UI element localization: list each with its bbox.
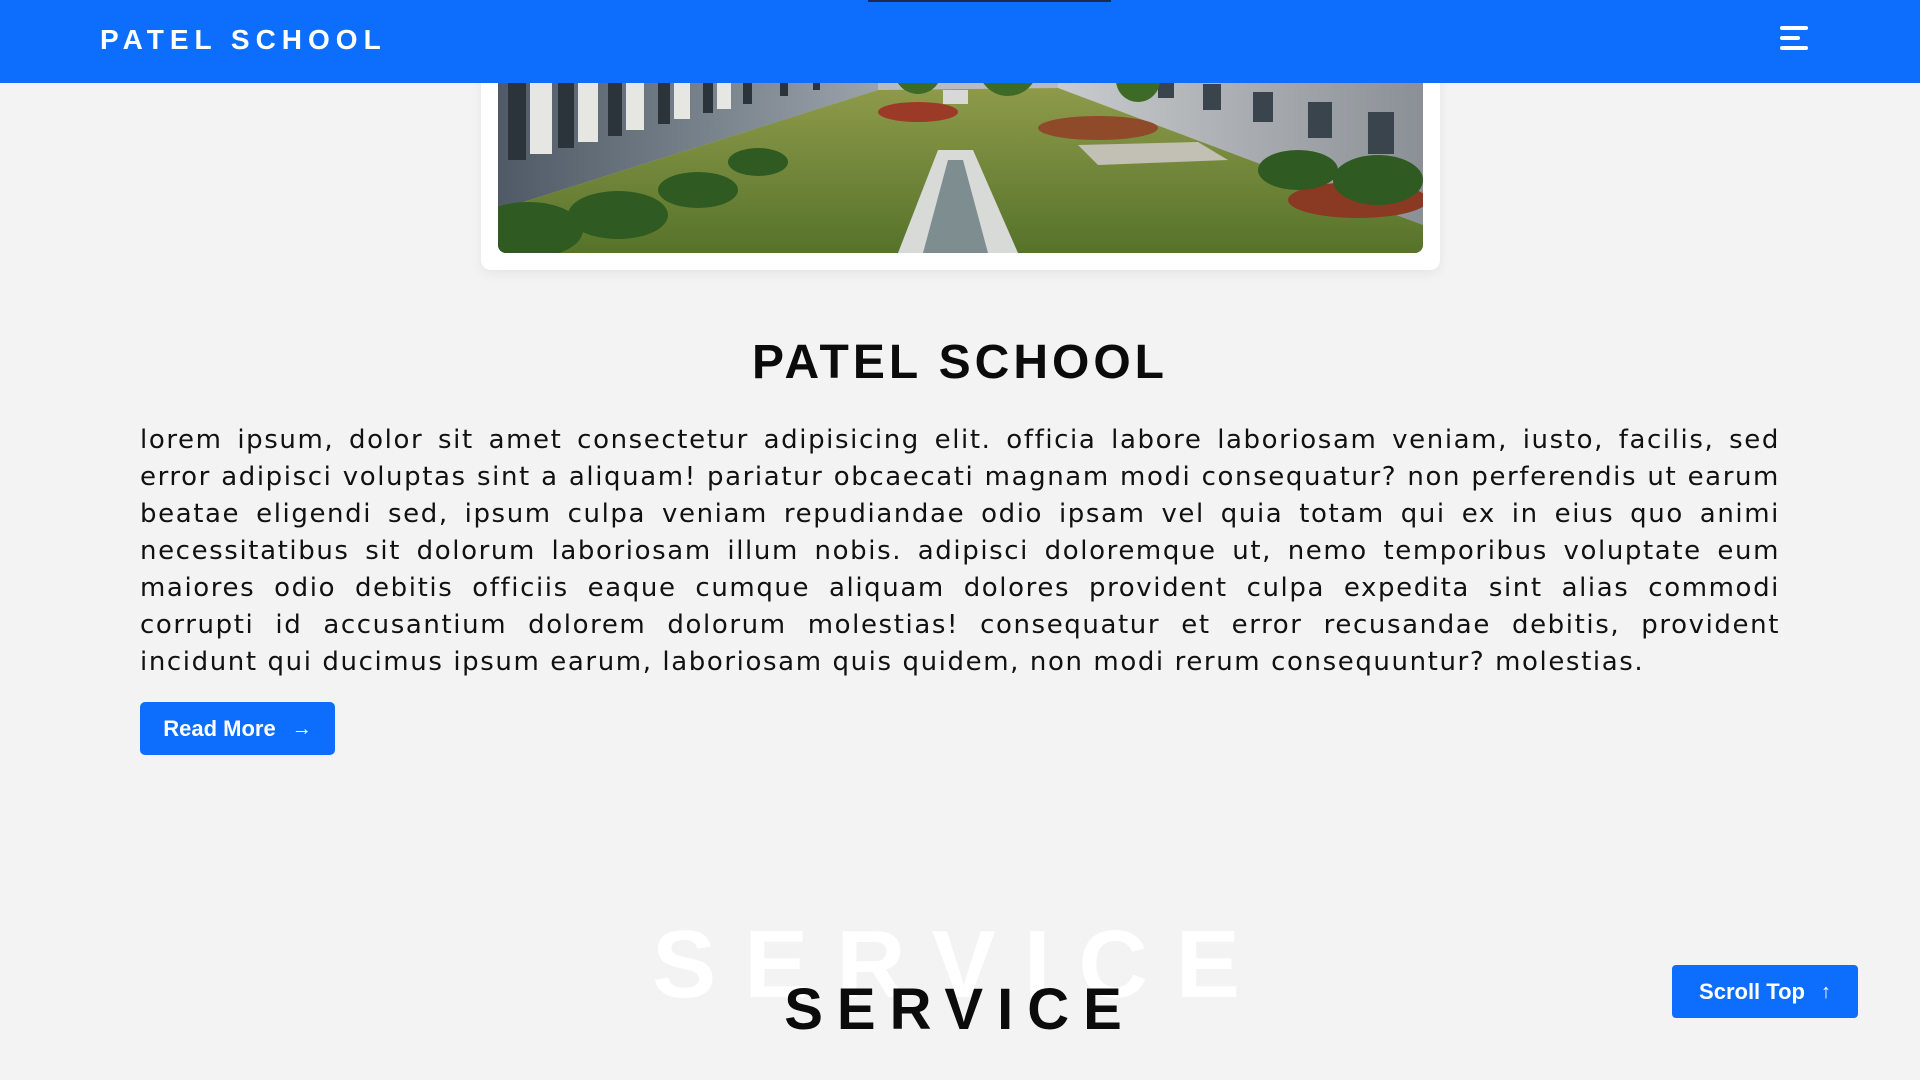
- read-more-button[interactable]: Read More →: [140, 702, 335, 755]
- service-title: SERVICE: [784, 977, 1136, 1042]
- brand-logo-text[interactable]: PATEL SCHOOL: [100, 24, 387, 56]
- about-description: lorem ipsum, dolor sit amet consectetur …: [140, 425, 1780, 677]
- navbar: PATEL SCHOOL: [0, 0, 1920, 83]
- arrow-right-icon: →: [291, 717, 312, 740]
- arrow-up-icon: ↑: [1820, 980, 1831, 1003]
- about-title: PATEL SCHOOL: [751, 336, 1168, 389]
- read-more-label: Read More: [163, 715, 276, 741]
- scroll-top-button[interactable]: Scroll Top ↑: [1672, 965, 1858, 1018]
- scroll-top-label: Scroll Top: [1699, 978, 1805, 1004]
- hamburger-menu-icon[interactable]: [1780, 24, 1814, 52]
- scroll-progress-bar: [868, 0, 1111, 2]
